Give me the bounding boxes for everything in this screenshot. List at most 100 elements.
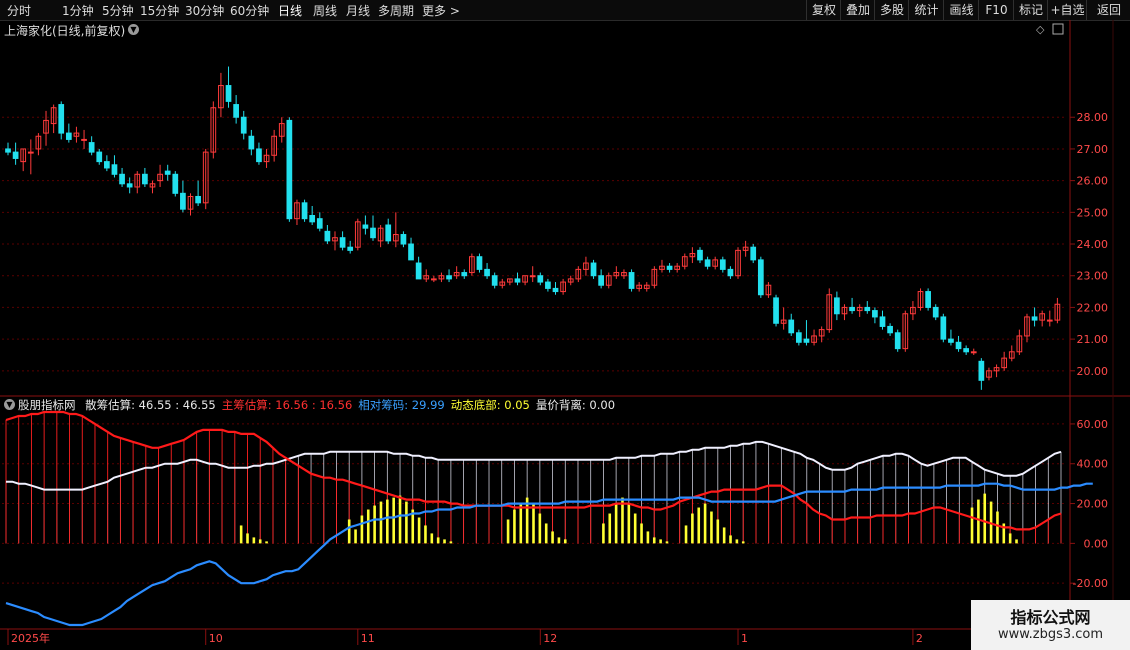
candle-body (803, 338, 810, 343)
candle-body (598, 275, 604, 286)
bottom-bar (449, 541, 453, 544)
candle-body (925, 291, 931, 308)
candle-body (286, 119, 293, 220)
candle-body (339, 237, 346, 248)
bottom-bar (551, 531, 554, 544)
candle-body (719, 259, 726, 270)
candle-body (963, 348, 970, 353)
bottom-bar (741, 541, 745, 544)
bottom-bar (246, 533, 249, 544)
candle-body (96, 151, 103, 163)
bottom-bar (735, 539, 739, 544)
candle-body (408, 243, 414, 261)
bottom-bar (424, 525, 427, 544)
candle-body (970, 351, 977, 354)
candle-body (750, 246, 757, 261)
candle-body (385, 224, 392, 242)
main-tick-label: 22.00 (1077, 301, 1109, 314)
bottom-bar (392, 497, 395, 544)
candle-body (415, 262, 422, 280)
bottom-bar (557, 537, 561, 544)
candle-body (955, 341, 962, 350)
bottom-bar (652, 537, 656, 544)
bottom-bar (697, 507, 701, 544)
date-label: 1 (741, 632, 748, 645)
main-tick-label: 26.00 (1077, 175, 1109, 188)
watermark: 指标公式网 www.zbgs3.com (971, 600, 1130, 650)
bottom-bar (347, 519, 351, 544)
candle-body (58, 104, 65, 134)
sub-tick-label: -20.00 (1073, 577, 1108, 590)
date-label: 10 (209, 632, 223, 645)
main-tick-label: 24.00 (1077, 238, 1109, 251)
bottom-bar (640, 523, 643, 544)
bottom-bar (646, 531, 650, 544)
candle-body (887, 325, 893, 334)
candle-body (697, 249, 703, 261)
candle-body (309, 215, 316, 223)
bottom-bar (602, 523, 605, 544)
candle-body (795, 332, 802, 343)
candle-body (362, 224, 369, 229)
candle-body (103, 161, 110, 169)
bottom-bar (513, 509, 516, 544)
watermark-line1: 指标公式网 (1010, 608, 1091, 627)
candle-body (180, 192, 186, 210)
bottom-bar (258, 539, 262, 544)
candle-body (849, 306, 855, 312)
bottom-bar (360, 515, 364, 544)
bottom-bar (443, 539, 446, 544)
bottom-bar (1008, 533, 1012, 544)
main-tick-label: 25.00 (1077, 206, 1109, 219)
candle-body (12, 151, 19, 159)
candle-body (872, 310, 878, 318)
candle-body (126, 183, 133, 188)
bottom-bar (659, 539, 662, 544)
series-line-retail (6, 440, 1062, 491)
sub-tick-label: 60.00 (1077, 418, 1109, 431)
bottom-bar (665, 541, 669, 544)
candle-body (894, 332, 901, 350)
watermark-line2: www.zbgs3.com (997, 627, 1104, 642)
main-tick-label: 23.00 (1077, 270, 1109, 283)
bottom-bar (983, 493, 987, 544)
bottom-bar (430, 533, 434, 544)
bottom-bar (354, 529, 357, 544)
bottom-bar (519, 503, 523, 544)
candle-body (370, 227, 376, 239)
candle-body (111, 164, 118, 175)
bottom-bar (563, 539, 567, 544)
bottom-bar (703, 503, 707, 544)
main-tick-label: 28.00 (1077, 111, 1109, 124)
candle-body (704, 259, 711, 267)
bottom-bar (627, 503, 631, 544)
candle-body (484, 268, 490, 277)
candle-body (119, 173, 125, 185)
stock-chart[interactable]: 28.00 27.00 26.00 25.00 24.00 23.00 22.00 21.00… (0, 0, 1130, 650)
candle-body (172, 173, 179, 194)
bottom-bar (722, 527, 726, 544)
bottom-bar (716, 519, 720, 544)
date-label: 12 (543, 632, 557, 645)
candle-body (400, 234, 407, 245)
bottom-bar (265, 541, 268, 544)
candle-body (932, 306, 939, 318)
bottom-bar (691, 513, 694, 544)
candle-body (590, 262, 597, 277)
candle-body (5, 148, 11, 153)
panel-toggle-icon (1052, 23, 1064, 35)
candle-body (301, 202, 308, 220)
candle-body (537, 275, 544, 283)
candle-body (1046, 319, 1053, 322)
candle-body (727, 268, 734, 277)
candle-body (948, 338, 954, 343)
candle-body (552, 287, 559, 293)
sub-tick-label: 20.00 (1077, 498, 1109, 511)
candle-body (461, 272, 468, 277)
bottom-bar (614, 503, 618, 544)
bottom-bar (710, 511, 713, 544)
candle-body (430, 278, 437, 281)
bottom-bar (239, 525, 243, 544)
candle-body (864, 306, 871, 312)
candle-body (788, 319, 795, 334)
